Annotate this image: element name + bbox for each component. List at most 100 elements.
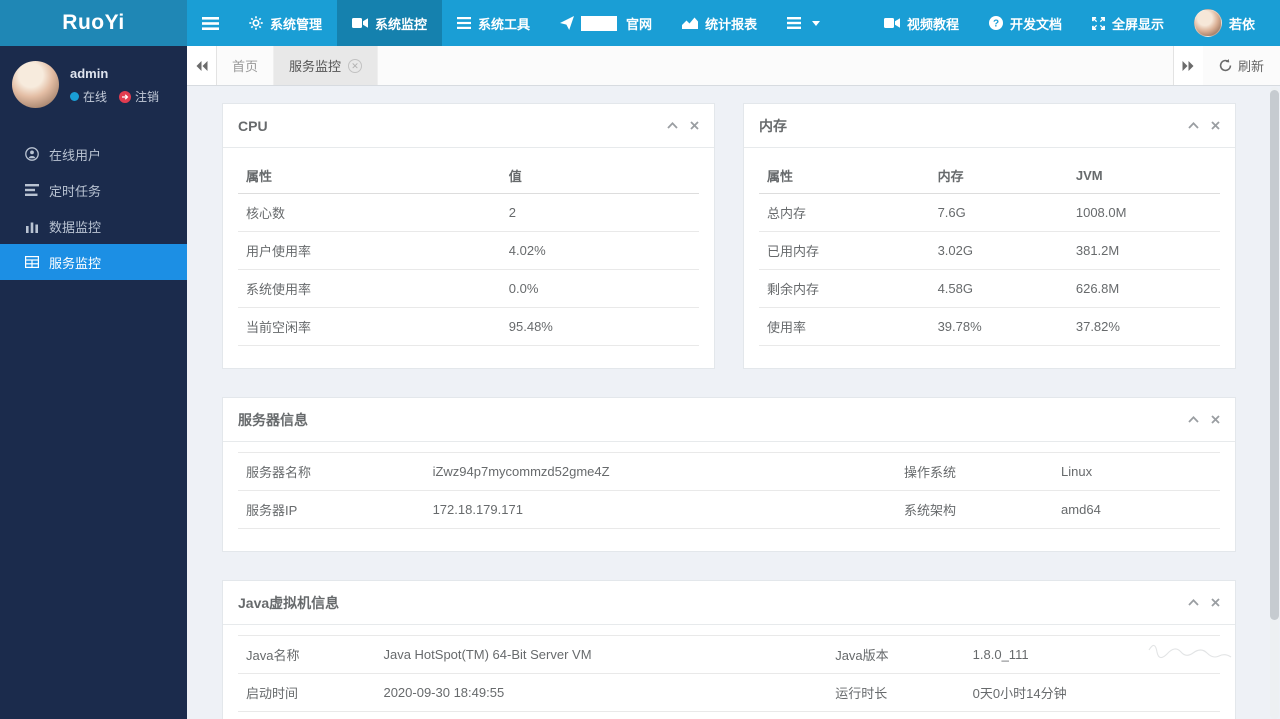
nav-more-menu-button[interactable] xyxy=(772,0,835,46)
table-row: 用户使用率 4.02% xyxy=(238,231,699,270)
table-cell: 0.0% xyxy=(500,269,699,308)
logout-link[interactable]: 注销 xyxy=(119,88,159,105)
close-icon xyxy=(690,121,699,130)
close-button[interactable] xyxy=(690,121,699,130)
nav-item-video-tutorial[interactable]: 视频教程 xyxy=(869,0,974,46)
table-cell: 启动时间 xyxy=(238,673,376,712)
data-chart-icon xyxy=(26,222,38,233)
logout-label: 注销 xyxy=(135,90,160,104)
nav-item-dev-docs[interactable]: ? 开发文档 xyxy=(974,0,1077,46)
table-cell: 7.6G xyxy=(929,193,1068,232)
table-row: 服务器名称 iZwz94p7mycommzd52gme4Z 操作系统 Linux xyxy=(238,452,1220,491)
table-cell: Java名称 xyxy=(238,635,376,674)
nav-user-menu[interactable]: 若依 xyxy=(1179,0,1270,46)
censored-text-box xyxy=(581,15,618,31)
top-navbar: RuoYi 系统管理 系统监控 系统工具 官网 统计报表 视频教程 ? 开发文档… xyxy=(0,0,1280,46)
collapse-button[interactable] xyxy=(1188,122,1199,129)
tab-close-icon[interactable]: ✕ xyxy=(348,58,363,73)
online-status-icon xyxy=(70,92,79,101)
nav-item-system-monitor[interactable]: 系统监控 xyxy=(337,0,443,46)
nav-item-system-tools[interactable]: 系统工具 xyxy=(442,0,545,46)
chevron-up-icon xyxy=(1188,416,1199,423)
table-cell: Linux xyxy=(1053,452,1220,491)
refresh-button[interactable]: 刷新 xyxy=(1202,46,1280,85)
nav-item-label: 统计报表 xyxy=(705,16,758,32)
table-cell: 操作系统 xyxy=(895,452,1054,491)
nav-item-fullscreen[interactable]: 全屏显示 xyxy=(1077,0,1179,46)
nav-item-label: 系统管理 xyxy=(270,16,323,32)
close-button[interactable] xyxy=(1211,598,1220,607)
nav-item-official-site[interactable]: 官网 xyxy=(545,0,667,46)
table-cell: Java HotSpot(TM) 64-Bit Server VM xyxy=(375,635,828,674)
close-button[interactable] xyxy=(1211,415,1220,424)
tabs-scroll-left-button[interactable] xyxy=(187,46,217,85)
cpu-panel: CPU 属性值 核心数 2 用户使用率 4.02% 系统使用率 0.0% 当前空闲率 95.4… xyxy=(222,103,715,369)
sidebar-toggle-button[interactable] xyxy=(187,0,234,46)
user-name: 若依 xyxy=(1228,16,1255,32)
sidebar-profile: admin 在线 注销 xyxy=(0,46,187,116)
table-cell: 1.8.0_111 xyxy=(964,635,1220,674)
table-row: 系统使用率 0.0% xyxy=(238,269,699,308)
table-cell xyxy=(827,711,965,719)
sidebar-item-label: 在线用户 xyxy=(49,147,102,163)
collapse-button[interactable] xyxy=(667,122,678,129)
sidebar-item-scheduled-tasks[interactable]: 定时任务 xyxy=(0,172,187,208)
table-cell: 运行时长 xyxy=(827,673,965,712)
gear-icon xyxy=(249,16,263,30)
table-cell: 安装路径 xyxy=(238,711,376,719)
tab-service-monitor[interactable]: 服务监控 ✕ xyxy=(274,46,379,85)
list-icon xyxy=(457,17,472,29)
table-cell: 0天0小时14分钟 xyxy=(964,673,1220,712)
memory-panel-title: 内存 xyxy=(759,117,787,134)
chevron-up-icon xyxy=(1188,122,1199,129)
table-row: 剩余内存 4.58G 626.8M xyxy=(759,269,1220,308)
table-cell: 系统架构 xyxy=(895,490,1054,529)
nav-item-label: 全屏显示 xyxy=(1111,16,1164,32)
table-cell: 381.2M xyxy=(1067,231,1220,270)
sidebar-item-service-monitor[interactable]: 服务监控 xyxy=(0,244,187,280)
server-info-table: 服务器名称 iZwz94p7mycommzd52gme4Z 操作系统 Linux 服务器… xyxy=(238,452,1220,529)
table-header-cell: JVM xyxy=(1067,158,1220,194)
chevron-up-icon xyxy=(1188,599,1199,606)
cpu-panel-title: CPU xyxy=(238,117,268,134)
online-status-label: 在线 xyxy=(83,90,108,104)
table-cell: 已用内存 xyxy=(759,231,930,270)
table-cell: 95.48% xyxy=(500,307,699,346)
table-cell: 2 xyxy=(500,193,699,232)
table-row: 安装路径/usr/java/jdk1.8.0_111/jre xyxy=(238,711,1220,719)
tabbar-spacer xyxy=(378,46,1173,85)
table-row: 服务器IP 172.18.179.171 系统架构 amd64 xyxy=(238,490,1220,529)
close-button[interactable] xyxy=(1211,121,1220,130)
table-cell: 172.18.179.171 xyxy=(424,490,896,529)
hamburger-icon xyxy=(202,16,219,30)
collapse-button[interactable] xyxy=(1188,416,1199,423)
table-cell: 当前空闲率 xyxy=(238,307,501,346)
nav-item-label: 视频教程 xyxy=(906,16,959,32)
jvm-panel-title: Java虚拟机信息 xyxy=(238,594,340,611)
user-avatar xyxy=(1193,9,1222,37)
collapse-button[interactable] xyxy=(1188,599,1199,606)
nav-item-statistics-report[interactable]: 统计报表 xyxy=(667,0,772,46)
vertical-scrollbar-track[interactable] xyxy=(1270,87,1279,719)
table-header-cell: 值 xyxy=(500,158,699,194)
app-logo[interactable]: RuoYi xyxy=(0,0,187,46)
table-row: Java名称 Java HotSpot(TM) 64-Bit Server VM J… xyxy=(238,635,1220,674)
sidebar-item-label: 数据监控 xyxy=(49,219,102,235)
sidebar-item-data-monitor[interactable]: 数据监控 xyxy=(0,208,187,244)
vertical-scrollbar-thumb[interactable] xyxy=(1270,90,1279,620)
tab-label: 首页 xyxy=(232,59,259,74)
tabs-scroll-right-button[interactable] xyxy=(1172,46,1203,85)
close-icon xyxy=(1211,598,1220,607)
nav-item-system-management[interactable]: 系统管理 xyxy=(234,0,337,46)
table-grid-icon xyxy=(25,256,39,268)
sidebar-menu: 在线用户 定时任务 数据监控 服务监控 xyxy=(0,136,187,280)
area-chart-icon xyxy=(682,17,699,29)
sidebar-item-online-users[interactable]: 在线用户 xyxy=(0,136,187,172)
table-cell: 626.8M xyxy=(1067,269,1220,308)
tab-home[interactable]: 首页 xyxy=(217,46,275,85)
table-cell: iZwz94p7mycommzd52gme4Z xyxy=(424,452,896,491)
table-header-cell: 属性 xyxy=(759,158,930,194)
sidebar: admin 在线 注销 在线用户 定时任务 数据监控 服务监控 xyxy=(0,46,187,719)
profile-avatar[interactable] xyxy=(12,61,59,108)
video-icon xyxy=(883,17,900,29)
